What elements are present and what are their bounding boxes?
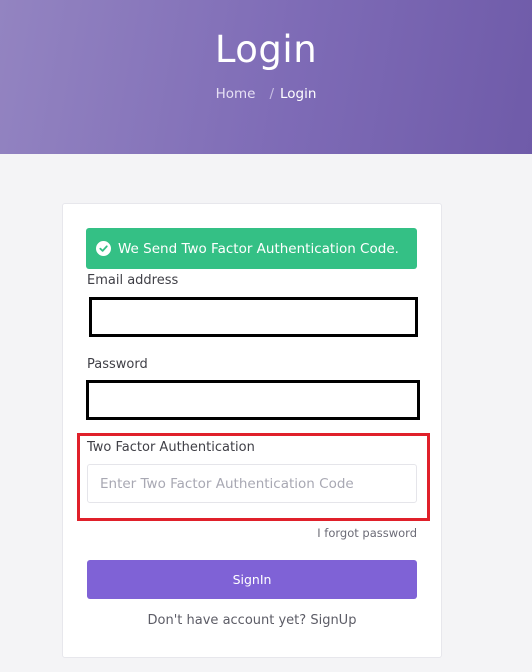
success-alert: We Send Two Factor Authentication Code. xyxy=(86,228,417,269)
breadcrumb-separator: / xyxy=(269,86,274,102)
page-title: Login xyxy=(214,28,318,71)
email-label: Email address xyxy=(87,273,179,288)
password-label: Password xyxy=(87,357,148,372)
page-header: Login Home / Login xyxy=(0,0,532,154)
breadcrumb-current: Login xyxy=(280,86,317,102)
signup-prompt: Don't have account yet? SignUp xyxy=(62,613,442,628)
alert-message: We Send Two Factor Authentication Code. xyxy=(118,240,399,257)
breadcrumb: Home / Login xyxy=(0,86,532,102)
forgot-password-link[interactable]: I forgot password xyxy=(317,526,417,540)
signup-link[interactable]: SignUp xyxy=(310,613,356,628)
signup-prompt-text: Don't have account yet? xyxy=(147,613,307,628)
twofa-label: Two Factor Authentication xyxy=(87,440,255,455)
password-field[interactable] xyxy=(86,380,420,420)
breadcrumb-home-link[interactable]: Home xyxy=(216,86,256,102)
check-circle-icon xyxy=(96,241,111,256)
signin-button[interactable]: SignIn xyxy=(87,560,417,599)
twofa-code-input[interactable] xyxy=(87,464,417,503)
email-field[interactable] xyxy=(89,297,418,337)
